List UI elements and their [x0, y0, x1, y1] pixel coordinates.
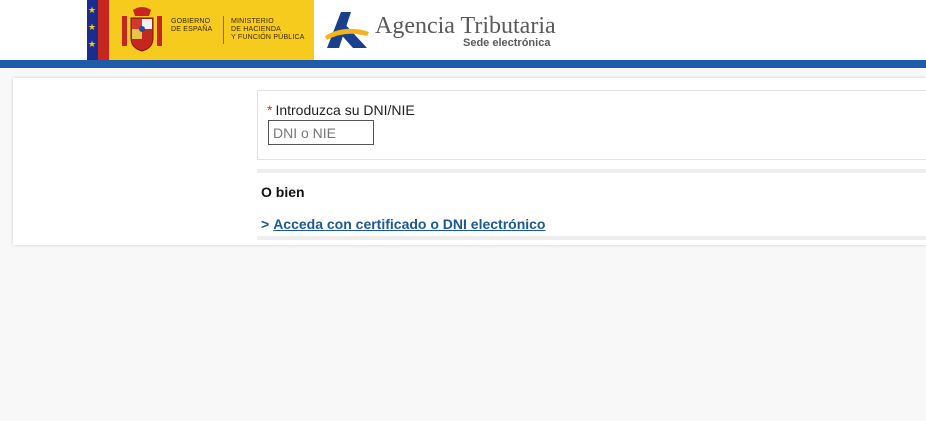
divider	[223, 16, 224, 44]
ministry-line-3: y Función Pública	[231, 34, 305, 41]
dni-label: * Introduzca su DNI/NIE	[267, 102, 415, 118]
dni-input[interactable]	[268, 120, 374, 145]
link-prefix: >	[261, 216, 270, 232]
header-blue-bar	[0, 60, 926, 68]
star-icon: ★	[88, 39, 97, 49]
certificate-login-link[interactable]: Acceda con certificado o DNI electrónico	[273, 216, 545, 232]
agency-logo-icon[interactable]	[323, 6, 371, 52]
government-label: Gobierno de España	[171, 18, 212, 34]
agency-subtitle: Sede electrónica	[463, 37, 551, 49]
star-icon: ★	[88, 5, 97, 15]
dni-label-text: Introduzca su DNI/NIE	[275, 102, 415, 118]
ministry-line-1: Ministerio	[231, 18, 274, 25]
gov-line-1: Gobierno	[171, 18, 211, 25]
agency-name[interactable]: Agencia Tributaria	[375, 12, 556, 40]
star-icon: ★	[88, 22, 97, 32]
spain-flag-stripe	[98, 0, 109, 60]
alternative-section: O bien > Acceda con certificado o DNI ele…	[257, 169, 926, 240]
coat-of-arms-icon	[122, 7, 162, 52]
gov-line-2: de España	[171, 26, 213, 33]
government-logo-block[interactable]: ★ ★ ★ Gobierno de España Ministerio de H…	[87, 0, 314, 60]
ministry-label: Ministerio de Hacienda y Función Pública	[231, 18, 305, 42]
dni-section: * Introduzca su DNI/NIE	[257, 90, 926, 160]
site-header: ★ ★ ★ Gobierno de España Ministerio de H…	[0, 0, 926, 60]
eu-flag-stripe: ★ ★ ★	[87, 0, 98, 60]
login-card: *Introduzca su DNI/NIE O bien >Acceda co…	[13, 78, 926, 245]
certificate-link-row: > Acceda con certificado o DNI electrónic…	[261, 216, 545, 232]
alternative-title: O bien	[261, 184, 305, 200]
required-mark: *	[267, 102, 273, 118]
ministry-line-2: de Hacienda	[231, 26, 282, 33]
